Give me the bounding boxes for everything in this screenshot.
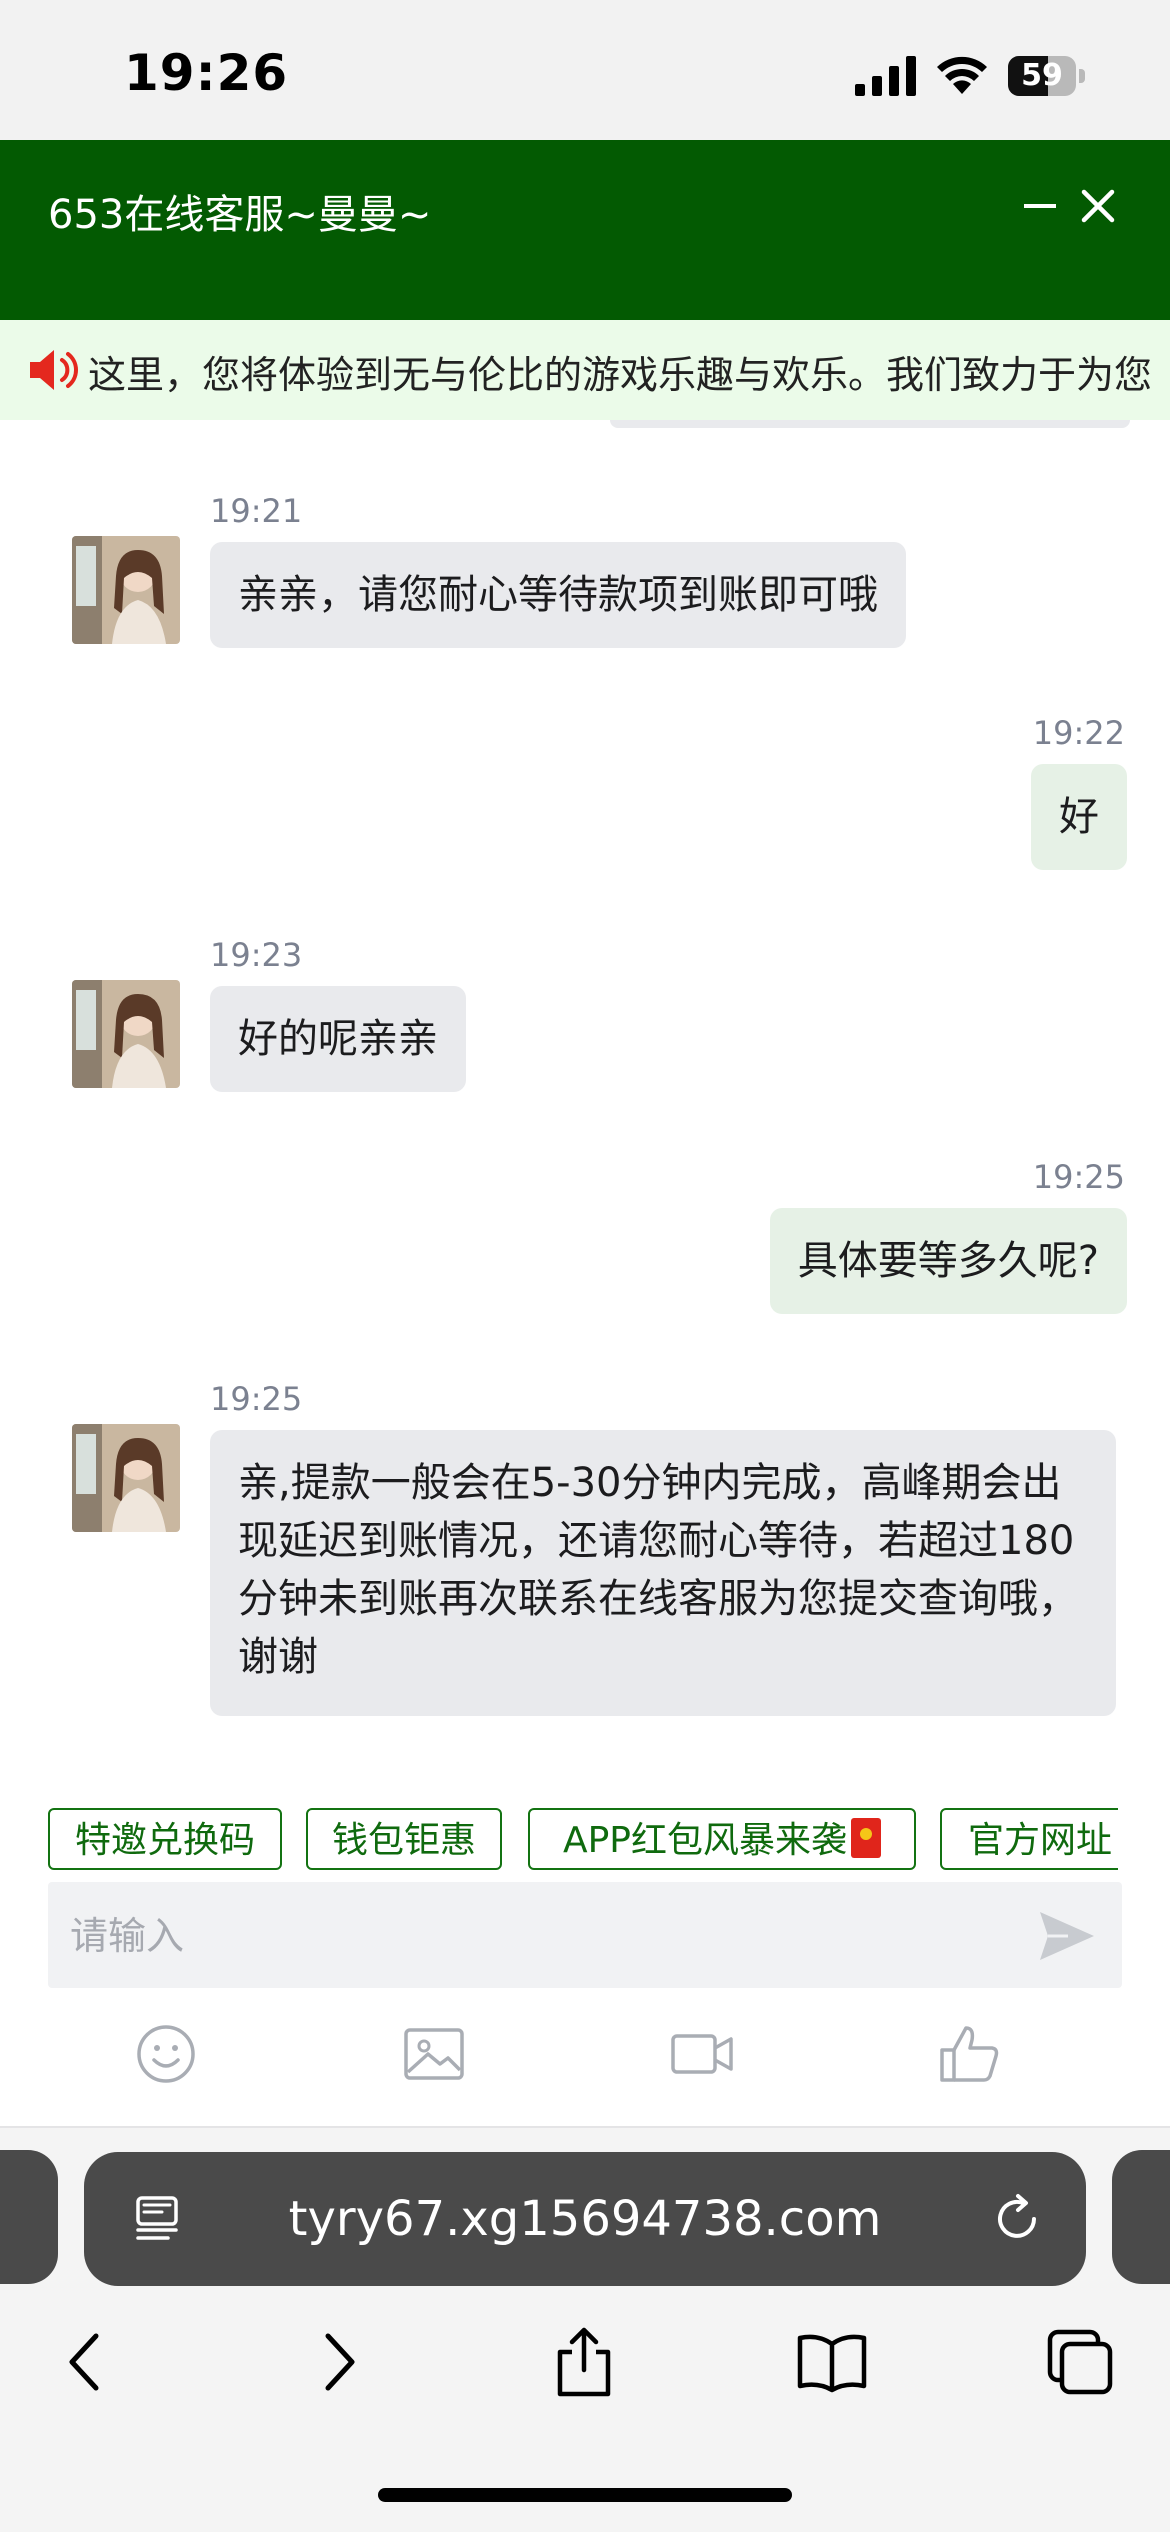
bookmarks-icon[interactable]	[796, 2326, 868, 2398]
message-input-row	[48, 1882, 1122, 1990]
send-icon[interactable]	[1038, 1908, 1096, 1964]
address-bar[interactable]: tyry67.xg15694738.com	[84, 2152, 1086, 2286]
user-message-bubble: 好	[1031, 764, 1127, 870]
message-time: 19:23	[210, 936, 303, 974]
video-icon[interactable]	[670, 2022, 734, 2086]
user-message-bubble: 具体要等多久呢?	[769, 1208, 1127, 1314]
previous-tab[interactable]	[0, 2150, 58, 2284]
message-input[interactable]	[68, 1882, 1012, 1990]
next-tab[interactable]	[1112, 2150, 1170, 2284]
page-menu-icon[interactable]	[132, 2192, 186, 2246]
quick-reply-app-red-packet[interactable]: APP红包风暴来袭	[528, 1808, 916, 1870]
notice-marquee: 这里，您将体验到无与伦比的游戏乐趣与欢乐。我们致力于为您	[0, 320, 1170, 420]
share-icon[interactable]	[548, 2326, 620, 2398]
agent-avatar[interactable]	[72, 980, 180, 1088]
agent-message-bubble: 亲,提款一般会在5-30分钟内完成，高峰期会出现延迟到账情况，还请您耐心等待，若…	[210, 1430, 1116, 1716]
previous-message-bubble	[610, 420, 1130, 428]
page-title: 653在线客服~曼曼~	[48, 192, 432, 238]
browser-bottom-bar: tyry67.xg15694738.com	[0, 2128, 1170, 2532]
chat-messages: 19:21 亲亲，请您耐心等待款项到账即可哦 19:22 好 19:23 好的呢…	[0, 420, 1170, 1780]
message-time: 19:25	[1032, 1158, 1125, 1196]
chat-header: 653在线客服~曼曼~	[0, 140, 1170, 320]
speaker-icon	[30, 350, 78, 390]
message-time: 19:25	[210, 1380, 303, 1418]
url-text: tyry67.xg15694738.com	[288, 2191, 882, 2247]
agent-avatar[interactable]	[72, 1424, 180, 1532]
cellular-signal-icon	[855, 56, 916, 96]
battery-percent: 59	[1021, 58, 1063, 93]
wifi-icon	[937, 56, 987, 94]
agent-message-bubble: 好的呢亲亲	[210, 986, 466, 1092]
status-time: 19:26	[124, 44, 289, 102]
status-bar: 19:26 59	[0, 0, 1170, 140]
emoji-icon[interactable]	[134, 2022, 198, 2086]
minimize-icon[interactable]	[1018, 184, 1062, 228]
message-time: 19:21	[210, 492, 303, 530]
red-packet-icon	[851, 1818, 882, 1858]
forward-icon[interactable]	[302, 2326, 374, 2398]
quick-reply-invite-code[interactable]: 特邀兑换码	[48, 1808, 282, 1870]
home-indicator	[378, 2488, 792, 2502]
agent-avatar[interactable]	[72, 536, 180, 644]
close-icon[interactable]	[1076, 184, 1120, 228]
quick-reply-official-site[interactable]: 官方网址	[940, 1808, 1118, 1870]
image-icon[interactable]	[402, 2022, 466, 2086]
agent-message-bubble: 亲亲，请您耐心等待款项到账即可哦	[210, 542, 906, 648]
chat-toolbar	[0, 2000, 1170, 2108]
thumbs-up-icon[interactable]	[938, 2022, 1002, 2086]
reload-icon[interactable]	[990, 2192, 1044, 2246]
quick-reply-bar: 特邀兑换码 钱包钜惠 APP红包风暴来袭 官方网址	[48, 1808, 1118, 1874]
back-icon[interactable]	[50, 2326, 122, 2398]
tabs-icon[interactable]	[1044, 2326, 1116, 2398]
quick-reply-wallet-offer[interactable]: 钱包钜惠	[306, 1808, 502, 1870]
notice-text: 这里，您将体验到无与伦比的游戏乐趣与欢乐。我们致力于为您	[88, 353, 1153, 397]
battery-icon: 59	[1008, 56, 1088, 96]
message-time: 19:22	[1032, 714, 1125, 752]
